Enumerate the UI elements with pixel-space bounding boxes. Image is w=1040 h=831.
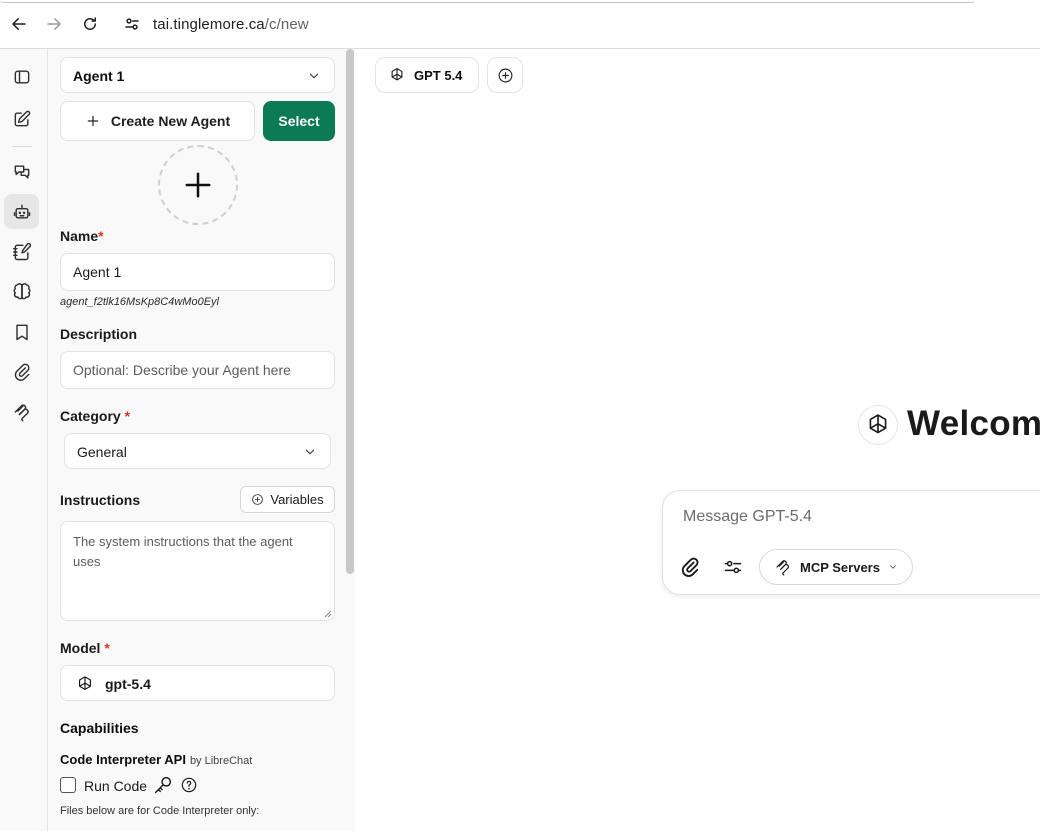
category-label-text: Category: [60, 408, 121, 424]
openai-icon: [79, 676, 91, 690]
run-code-checkbox[interactable]: [60, 777, 76, 793]
bookmark-icon: [15, 324, 28, 340]
select-button[interactable]: Select: [263, 101, 335, 141]
code-interpreter-by: by LibreChat: [189, 755, 253, 767]
category-value: General: [77, 444, 127, 460]
agent-select[interactable]: Agent 1: [60, 57, 335, 93]
robot-icon: [13, 204, 30, 219]
panel-scrollbar[interactable]: [346, 49, 354, 574]
reload-button[interactable]: [78, 12, 102, 36]
url-path: /c/new: [264, 16, 309, 33]
mcp-icon: [14, 403, 29, 421]
icon-rail: [0, 49, 48, 831]
tune-icon: [125, 18, 139, 30]
site-info-button[interactable]: [118, 10, 146, 38]
code-interpreter-title: Code Interpreter API by LibreChat: [60, 752, 252, 767]
mcp-icon: [776, 560, 790, 576]
required-mark: *: [104, 640, 110, 656]
plus-circle-icon: [498, 68, 512, 82]
code-interpreter-label: Code Interpreter API: [60, 752, 186, 767]
chevron-down-icon: [307, 69, 321, 83]
reload-icon: [84, 17, 96, 30]
model-value: gpt-5.4: [105, 676, 151, 692]
instructions-label: Instructions: [60, 492, 141, 508]
description-input[interactable]: Optional: Describe your Agent here: [60, 351, 335, 389]
browser-toolbar: tai.tinglemore.ca/c/new: [0, 0, 1040, 49]
create-new-agent-label: Create New Agent: [110, 113, 231, 129]
url-host: tai.tinglemore.ca: [153, 16, 265, 33]
notebook-pen-icon: [12, 242, 31, 260]
instructions-placeholder: The system instructions that the agent u…: [73, 534, 293, 569]
model-select[interactable]: gpt-5.4: [60, 665, 335, 701]
plus-icon: [185, 172, 211, 198]
name-input-value: Agent 1: [73, 264, 122, 280]
message-input[interactable]: Message GPT-5.4: [683, 508, 812, 526]
paperclip-icon: [14, 363, 30, 381]
required-mark: *: [98, 228, 104, 244]
sidebar-icon: [14, 69, 29, 84]
instructions-textarea[interactable]: The system instructions that the agent u…: [60, 521, 335, 621]
message-composer: Message GPT-5.4 MCP Servers: [662, 490, 1040, 595]
mcp-button[interactable]: [4, 394, 39, 429]
arrow-left-icon: [12, 18, 26, 30]
help-circle-icon[interactable]: [181, 777, 197, 793]
model-selector-button[interactable]: GPT 5.4: [375, 57, 479, 93]
create-new-agent-button[interactable]: Create New Agent: [60, 101, 255, 141]
prompts-button[interactable]: [4, 234, 39, 269]
mcp-servers-button[interactable]: MCP Servers: [759, 549, 913, 585]
variables-button[interactable]: Variables: [240, 486, 335, 513]
files-note: Files below are for Code Interpreter onl…: [60, 805, 260, 817]
key-icon[interactable]: [152, 774, 174, 796]
welcome-logo: [858, 405, 898, 445]
address-bar[interactable]: tai.tinglemore.ca/c/new: [153, 16, 309, 33]
add-model-button[interactable]: [487, 57, 523, 93]
mcp-servers-label: MCP Servers: [800, 559, 880, 575]
openai-icon: [869, 414, 887, 434]
paperclip-icon[interactable]: [679, 556, 701, 578]
attachments-button[interactable]: [4, 354, 39, 389]
name-input[interactable]: Agent 1: [60, 253, 335, 291]
agent-id: agent_f2tlk16MsKp8C4wMo0Eyl: [60, 296, 219, 308]
name-label: Name*: [60, 228, 104, 244]
sidebar-toggle-button[interactable]: [4, 59, 39, 94]
bookmarks-button[interactable]: [4, 314, 39, 349]
new-chat-button[interactable]: [4, 101, 39, 136]
run-code-label: Run Code: [84, 778, 148, 794]
agent-select-label: Agent 1: [73, 68, 125, 84]
chevron-down-icon: [890, 565, 896, 569]
plus-icon: [87, 115, 99, 127]
agent-builder-button[interactable]: [4, 194, 39, 229]
conversations-button[interactable]: [4, 154, 39, 189]
model-label-text: Model: [60, 640, 101, 656]
edit-icon: [14, 110, 30, 126]
openai-icon: [391, 68, 403, 81]
model-label: Model *: [60, 640, 110, 656]
tab-strip-edge: [0, 0, 975, 3]
welcome-heading: Welcom: [907, 404, 1040, 443]
chevron-down-icon: [303, 445, 317, 459]
name-label-text: Name: [60, 228, 99, 244]
avatar-upload[interactable]: [158, 145, 238, 225]
capabilities-title: Capabilities: [60, 720, 139, 736]
description-placeholder: Optional: Describe your Agent here: [73, 362, 291, 378]
resize-handle-icon[interactable]: [324, 610, 332, 618]
brain-icon: [13, 282, 30, 299]
rail-divider: [12, 146, 32, 147]
plus-circle-icon: [252, 494, 264, 505]
description-label: Description: [60, 326, 138, 342]
arrow-right-icon: [47, 18, 61, 30]
required-mark: *: [124, 408, 131, 424]
category-select[interactable]: General: [64, 433, 331, 469]
model-pill-label: GPT 5.4: [414, 67, 463, 83]
back-button[interactable]: [7, 12, 31, 36]
forward-button[interactable]: [42, 12, 66, 36]
chat-bubbles-icon: [14, 164, 29, 179]
category-label: Category *: [60, 408, 130, 424]
variables-label: Variables: [270, 492, 324, 507]
settings-sliders-icon[interactable]: [723, 557, 743, 577]
memories-button[interactable]: [4, 274, 39, 309]
